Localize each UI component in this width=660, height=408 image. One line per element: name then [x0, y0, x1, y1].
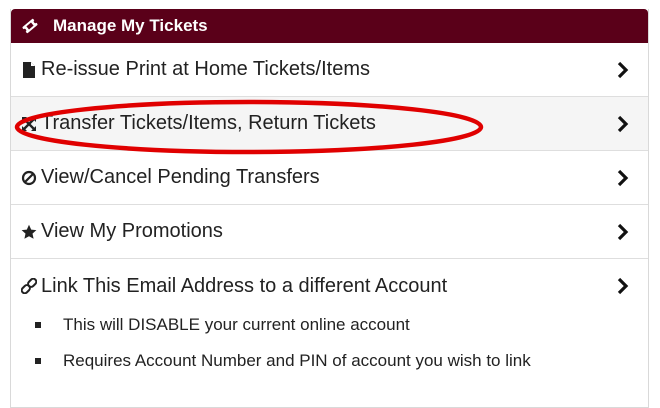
chevron-right-icon: [617, 61, 629, 78]
ticket-icon: [21, 17, 39, 35]
menu-item-label: Transfer Tickets/Items, Return Tickets: [41, 112, 376, 134]
manage-tickets-panel: Manage My Tickets Re-issue Print at Home…: [10, 9, 649, 408]
ban-icon: [21, 168, 37, 188]
chevron-right-icon: [617, 115, 629, 132]
star-icon: [21, 222, 37, 242]
menu-item-label: Link This Email Address to a different A…: [41, 274, 448, 297]
transfer-arrows-icon: [21, 114, 37, 134]
menu-item-reissue-tickets[interactable]: Re-issue Print at Home Tickets/Items: [11, 43, 648, 97]
list-item: Requires Account Number and PIN of accou…: [35, 343, 648, 379]
menu-item-link-email[interactable]: Link This Email Address to a different A…: [11, 259, 648, 379]
menu-item-label: Re-issue Print at Home Tickets/Items: [41, 58, 370, 80]
menu-item-label: View/Cancel Pending Transfers: [41, 166, 320, 188]
chevron-right-icon: [617, 223, 629, 240]
bullet-icon: [35, 358, 41, 364]
chevron-right-icon: [617, 277, 629, 295]
chevron-right-icon: [617, 169, 629, 186]
menu-item-promotions[interactable]: View My Promotions: [11, 205, 648, 259]
panel-title: Manage My Tickets: [53, 16, 208, 35]
menu-item-label: View My Promotions: [41, 220, 223, 242]
bullet-icon: [35, 322, 41, 328]
panel-header: Manage My Tickets: [11, 9, 648, 43]
list-item: This will DISABLE your current online ac…: [35, 307, 648, 343]
document-icon: [21, 60, 37, 80]
menu-item-pending-transfers[interactable]: View/Cancel Pending Transfers: [11, 151, 648, 205]
link-icon: [21, 276, 37, 296]
menu-item-transfer-tickets[interactable]: Transfer Tickets/Items, Return Tickets: [11, 97, 648, 151]
link-account-notes: This will DISABLE your current online ac…: [21, 307, 648, 379]
